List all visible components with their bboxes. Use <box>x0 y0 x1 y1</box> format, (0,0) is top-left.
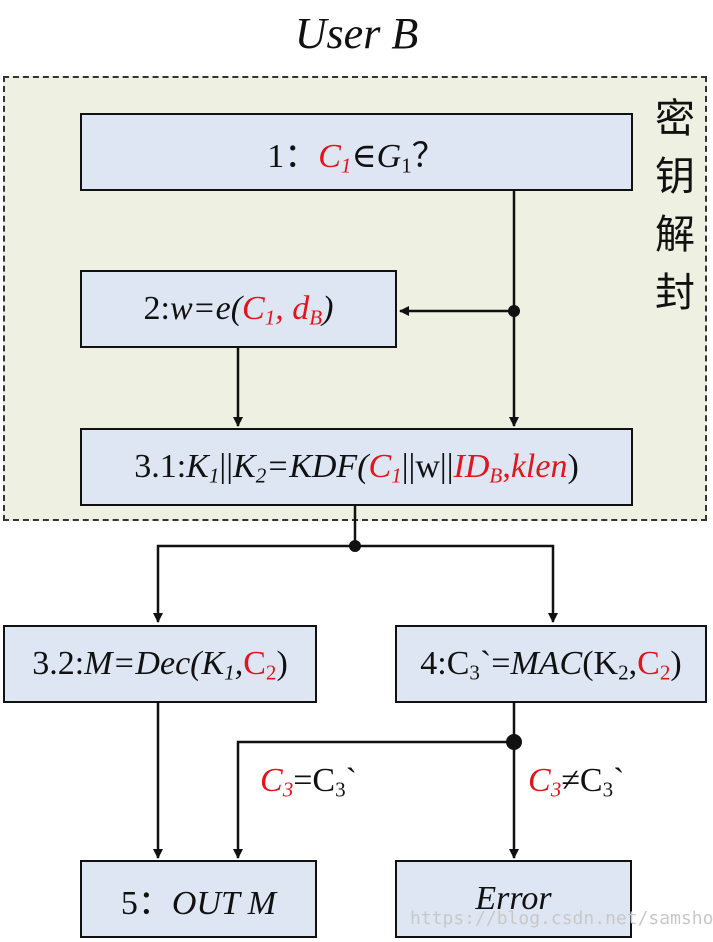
cond-equal-op: =C <box>293 762 336 799</box>
step31-eq: =KDF( <box>266 448 369 485</box>
step2-close: ) <box>322 290 334 327</box>
step32-prefix: 3.2: <box>32 645 85 682</box>
step4-mac: MAC <box>510 645 583 682</box>
cond-equal-c3: C <box>260 762 283 799</box>
step32-c2: C <box>243 645 266 682</box>
step4-c2-sub: 2 <box>659 660 671 685</box>
step2-d-sub: B <box>309 305 323 330</box>
step31-c1: C <box>368 448 392 485</box>
step31-sep: || <box>219 448 234 485</box>
step4-prefix: 4:C <box>420 645 470 682</box>
step32-c2-sub: 2 <box>265 660 277 685</box>
arrow-branch-to-step5 <box>233 740 514 859</box>
step1-rest-sub: 1 <box>401 152 412 177</box>
condition-not-equal: C3≠C3` <box>528 762 624 800</box>
step31-sep2: ||w|| <box>401 448 454 485</box>
step2-box: 2:w=e(C1, dB) <box>80 270 397 348</box>
arrow-split-to-step4 <box>355 544 558 623</box>
step1-box: 1：C1∈G1？ <box>80 113 633 191</box>
step31-id-sub: B <box>489 463 503 488</box>
cond-ne-tick: ` <box>613 762 625 799</box>
step2-d: d <box>292 290 310 327</box>
step4-close: ) <box>670 645 682 682</box>
step2-eq: =e( <box>192 290 243 327</box>
step31-close: ) <box>567 448 579 485</box>
step2-c1-sub: 1 <box>264 305 276 330</box>
step5-box: 5：OUT M <box>80 860 317 938</box>
cond-equal-tick: ` <box>345 762 357 799</box>
junction-dot <box>349 540 361 552</box>
step4-tick: `= <box>479 645 511 682</box>
step31-id: ID <box>453 448 490 485</box>
arrow-split-to-step32 <box>153 544 355 623</box>
step32-box: 3.2:M=Dec(K1,C2) <box>3 625 317 703</box>
step2-w: w <box>169 290 193 327</box>
step31-comma: , <box>502 448 511 485</box>
step4-open: (K <box>582 645 619 682</box>
step4-c2: C <box>637 645 660 682</box>
step31-c1-sub: 1 <box>391 463 402 488</box>
step32-close: ) <box>276 645 288 682</box>
cond-ne-c3-sub: 3 <box>550 777 562 802</box>
step32-eq: =Dec(K <box>112 645 225 682</box>
step32-m: M <box>84 645 113 682</box>
cond-equal-rhs-sub: 3 <box>335 777 346 802</box>
step2-prefix: 2: <box>143 290 170 327</box>
step31-k1: K <box>186 448 209 485</box>
step2-c1: C <box>242 290 265 327</box>
watermark-text: https://blog.csdn.net/samsho2 <box>410 908 713 929</box>
cond-equal-c3-sub: 3 <box>282 777 294 802</box>
step1-tail: ？ <box>411 137 446 175</box>
step4-c3-sub: 3 <box>469 660 480 685</box>
step31-k1-sub: 1 <box>208 463 220 488</box>
junction-dot <box>506 734 522 750</box>
cond-ne-rhs-sub: 3 <box>602 777 614 802</box>
step31-k2: K <box>233 448 256 485</box>
step32-k-sub: 1 <box>224 660 235 685</box>
junction-dot <box>508 305 520 317</box>
step2-comma: , <box>275 290 293 327</box>
step32-comma: , <box>234 645 244 682</box>
step1-c1-sub: 1 <box>340 152 352 177</box>
step31-prefix: 3.1: <box>134 448 187 485</box>
step31-k2-sub: 2 <box>255 463 267 488</box>
step5-out: OUT M <box>171 884 277 922</box>
step1-prefix: 1： <box>267 137 319 175</box>
step31-box: 3.1:K1||K2=KDF(C1||w||IDB,klen) <box>80 428 633 506</box>
step5-prefix: 5： <box>120 884 172 922</box>
cond-ne-op: ≠C <box>561 762 603 799</box>
cond-ne-c3: C <box>528 762 551 799</box>
step1-c1: C <box>318 137 341 175</box>
condition-equal: C3=C3` <box>260 762 357 800</box>
step4-box: 4:C3`=MAC(K2,C2) <box>395 625 707 703</box>
step4-k-sub: 2 <box>618 660 629 685</box>
step4-comma: , <box>628 645 638 682</box>
step31-klen: klen <box>510 448 568 485</box>
step1-rest: ∈G <box>351 137 402 175</box>
